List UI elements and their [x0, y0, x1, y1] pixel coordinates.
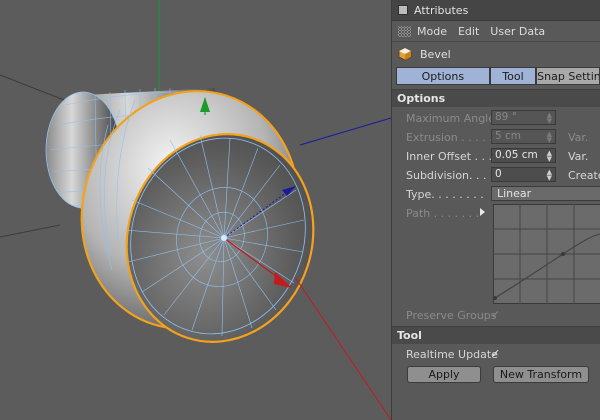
- create-ngons-label: Create: [568, 169, 600, 182]
- world-x-axis-line: [294, 276, 391, 420]
- extrusion-value: 5 cm: [495, 130, 522, 142]
- panel-title: Attributes: [414, 3, 469, 17]
- subdivision-row: Subdivision. . . . 0 ▲▼ Create: [392, 166, 600, 185]
- inner-offset-var-label: Var.: [568, 150, 589, 163]
- maximum-angle-field[interactable]: 89 ° ▲ ▼: [491, 110, 556, 125]
- pivot-point[interactable]: [221, 235, 227, 241]
- options-section-header: Options: [392, 89, 600, 107]
- object-name: Bevel: [420, 47, 451, 61]
- realtime-update-label: Realtime Update: [406, 348, 498, 361]
- extrusion-label: Extrusion . . . . .: [406, 131, 493, 144]
- inner-offset-label: Inner Offset . . .: [406, 150, 493, 163]
- path-spline-editor[interactable]: [493, 204, 600, 304]
- spline-point[interactable]: [493, 296, 497, 300]
- maximum-angle-label: Maximum Angle: [406, 112, 495, 125]
- menu-edit[interactable]: Edit: [458, 25, 479, 38]
- tab-options[interactable]: Options: [396, 67, 490, 85]
- bevel-tool-icon: [398, 47, 412, 61]
- menu-mode[interactable]: Mode: [417, 25, 447, 38]
- subdivision-value: 0: [495, 168, 502, 180]
- apply-button[interactable]: Apply: [407, 366, 481, 383]
- tool-section-header: Tool: [392, 326, 600, 344]
- type-row: Type. . . . . . . . Linear: [392, 185, 600, 204]
- inner-offset-row: Inner Offset . . . 0.05 cm ▲ ▼ Var.: [392, 147, 600, 166]
- grip-icon[interactable]: [398, 25, 411, 37]
- object-header: Bevel: [392, 42, 600, 66]
- spline-point[interactable]: [561, 252, 565, 256]
- extrusion-field[interactable]: 5 cm ▲ ▼: [491, 129, 556, 144]
- spinner-icon[interactable]: ▲ ▼: [547, 112, 552, 125]
- extrusion-row: Extrusion . . . . . 5 cm ▲ ▼ Var.: [392, 128, 600, 147]
- viewport-canvas[interactable]: [0, 0, 391, 420]
- extrusion-var-label: Var.: [568, 131, 589, 144]
- inner-offset-value: 0.05 cm: [495, 149, 538, 161]
- realtime-update-checkbox[interactable]: ✓: [491, 348, 502, 359]
- spinner-icon[interactable]: ▲ ▼: [547, 131, 552, 144]
- tab-snap-settings[interactable]: Snap Settings: [536, 67, 600, 85]
- type-label: Type. . . . . . . .: [406, 188, 484, 201]
- 3d-viewport[interactable]: [0, 0, 391, 420]
- path-row: Path . . . . . . .: [392, 204, 600, 306]
- maximum-angle-row: Maximum Angle 89 ° ▲ ▼: [392, 109, 600, 128]
- preserve-groups-checkbox[interactable]: ✓: [491, 309, 502, 320]
- subdivision-field[interactable]: 0 ▲ ▼: [491, 167, 556, 182]
- expand-arrow-icon[interactable]: [480, 208, 485, 216]
- maximum-angle-value: 89 °: [495, 111, 517, 123]
- world-grid-line: [0, 224, 61, 238]
- subdivision-label: Subdivision. . . .: [406, 169, 494, 182]
- tool-buttons-row: Apply New Transform: [392, 364, 600, 386]
- spinner-icon[interactable]: ▲ ▼: [547, 150, 552, 163]
- world-z-axis-line: [299, 117, 391, 146]
- new-transform-button[interactable]: New Transform: [493, 366, 589, 383]
- inner-offset-field[interactable]: 0.05 cm ▲ ▼: [491, 148, 556, 163]
- tab-tool[interactable]: Tool: [489, 67, 537, 85]
- tab-bar: Options Tool Snap Settings: [392, 67, 600, 87]
- preserve-groups-row: Preserve Groups ✓: [392, 306, 600, 325]
- spinner-icon[interactable]: ▲ ▼: [547, 169, 552, 182]
- panel-menubar: Mode Edit User Data: [392, 21, 600, 42]
- realtime-update-row: Realtime Update ✓: [392, 345, 600, 364]
- window-menu-icon[interactable]: [398, 5, 408, 15]
- preserve-groups-label: Preserve Groups: [406, 309, 497, 322]
- path-label: Path . . . . . . .: [406, 207, 480, 220]
- attributes-panel: Attributes Mode Edit User Data Bevel Opt…: [391, 0, 600, 420]
- type-dropdown[interactable]: Linear: [491, 186, 600, 201]
- panel-titlebar[interactable]: Attributes: [392, 0, 600, 21]
- menu-user-data[interactable]: User Data: [490, 25, 545, 38]
